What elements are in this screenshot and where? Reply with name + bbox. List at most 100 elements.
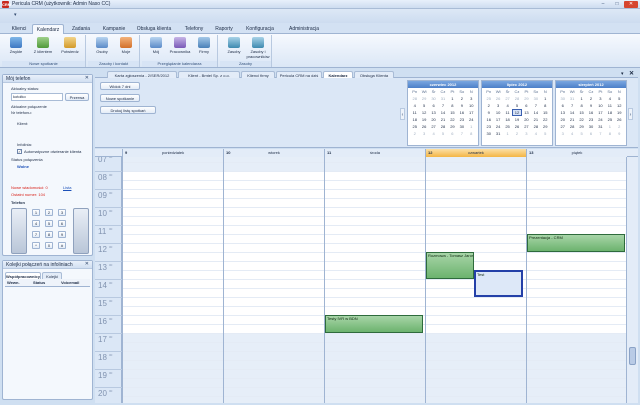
day-cell[interactable]: 18: [503, 116, 512, 123]
day-cell[interactable]: 17: [493, 116, 502, 123]
time-slot[interactable]: [123, 189, 223, 198]
day-header[interactable]: 10 wtorek: [223, 149, 324, 157]
time-slot[interactable]: [325, 243, 425, 252]
day-cell[interactable]: 14: [531, 109, 540, 116]
time-slot[interactable]: [224, 297, 324, 306]
day-cell[interactable]: 28: [410, 95, 419, 102]
time-slot[interactable]: [123, 360, 223, 369]
time-slot[interactable]: [426, 297, 526, 306]
qat-dropdown-icon[interactable]: ▾: [14, 12, 17, 18]
time-slot[interactable]: [426, 180, 526, 189]
keypad-key[interactable]: 9: [58, 231, 66, 238]
time-slot[interactable]: [325, 252, 425, 261]
day-cell[interactable]: 25: [484, 95, 493, 102]
day-cell[interactable]: 10: [467, 102, 476, 109]
time-slot[interactable]: [224, 207, 324, 216]
day-cell[interactable]: 21: [531, 116, 540, 123]
panel-close-icon[interactable]: ✕: [85, 75, 89, 81]
time-slot[interactable]: [426, 333, 526, 342]
day-cell[interactable]: 4: [531, 130, 540, 137]
status-field[interactable]: kotołko: [11, 93, 63, 101]
keypad-key[interactable]: 5: [45, 220, 53, 227]
day-cell[interactable]: 25: [410, 123, 419, 130]
time-slot[interactable]: [325, 369, 425, 378]
day-cell[interactable]: 2: [586, 95, 595, 102]
day-cell[interactable]: 4: [567, 130, 576, 137]
day-cell[interactable]: 10: [596, 102, 605, 109]
day-cell[interactable]: 22: [541, 116, 550, 123]
day-cell[interactable]: 7: [457, 130, 466, 137]
time-slot[interactable]: [527, 324, 626, 333]
day-column[interactable]: [526, 157, 626, 403]
time-slot[interactable]: [224, 270, 324, 279]
time-slot[interactable]: [527, 270, 626, 279]
day-cell[interactable]: 5: [541, 130, 550, 137]
time-slot[interactable]: [123, 180, 223, 189]
time-slot[interactable]: [527, 207, 626, 216]
time-slot[interactable]: [325, 387, 425, 396]
day-cell[interactable]: 3: [493, 102, 502, 109]
time-slot[interactable]: [325, 270, 425, 279]
day-cell[interactable]: 15: [577, 109, 586, 116]
day-cell[interactable]: 25: [605, 116, 614, 123]
menu-tab-telefony[interactable]: Telefony: [178, 24, 210, 34]
time-slot[interactable]: [527, 378, 626, 387]
time-slot[interactable]: [123, 315, 223, 324]
keypad-key[interactable]: *: [32, 242, 40, 249]
moj-button[interactable]: Mój: [144, 37, 168, 59]
day-cell[interactable]: 27: [558, 123, 567, 130]
time-slot[interactable]: [426, 162, 526, 171]
day-cell[interactable]: 8: [605, 130, 614, 137]
day-cell[interactable]: 16: [484, 116, 493, 123]
doc-tab-pericula-dzis[interactable]: Pericula CRM na dziś: [276, 71, 322, 78]
menu-tab-kampanie[interactable]: Kampanie: [98, 24, 130, 34]
day-cell[interactable]: 13: [429, 109, 438, 116]
day-cell[interactable]: 5: [438, 130, 447, 137]
menu-tab-zadania[interactable]: Zadania: [66, 24, 96, 34]
day-cell[interactable]: 2: [484, 102, 493, 109]
time-slot[interactable]: [224, 180, 324, 189]
day-cell[interactable]: 7: [596, 130, 605, 137]
time-slot[interactable]: [123, 270, 223, 279]
moje-button[interactable]: Moje: [114, 37, 138, 59]
time-slot[interactable]: [325, 189, 425, 198]
pracownika-button[interactable]: Pracownika: [168, 37, 192, 59]
next-month-button[interactable]: ›: [628, 108, 633, 120]
keypad-key[interactable]: 6: [58, 220, 66, 227]
day-cell[interactable]: 5: [512, 102, 521, 109]
day-header[interactable]: 13 piątek: [526, 149, 627, 157]
time-slot[interactable]: [527, 261, 626, 270]
calendar-scrollbar[interactable]: [626, 157, 638, 403]
time-slot[interactable]: [426, 306, 526, 315]
time-slot[interactable]: [527, 387, 626, 396]
time-slot[interactable]: [426, 360, 526, 369]
day-column[interactable]: [324, 157, 425, 403]
z-klientem-button[interactable]: Z klientem: [31, 37, 55, 59]
time-slot[interactable]: [123, 234, 223, 243]
time-slot[interactable]: [224, 315, 324, 324]
appointment[interactable]: Test: [474, 270, 523, 297]
day-cell[interactable]: 9: [615, 130, 624, 137]
day-cell[interactable]: 18: [410, 116, 419, 123]
time-slot[interactable]: [123, 243, 223, 252]
time-slot[interactable]: [224, 171, 324, 180]
day-cell[interactable]: 31: [493, 130, 502, 137]
day-cell[interactable]: 21: [567, 116, 576, 123]
day-cell[interactable]: 18: [605, 109, 614, 116]
time-slot[interactable]: [123, 378, 223, 387]
day-column[interactable]: [122, 157, 223, 403]
day-cell[interactable]: 29: [419, 95, 428, 102]
time-slot[interactable]: [325, 333, 425, 342]
time-slot[interactable]: [224, 351, 324, 360]
tab-kolejki[interactable]: Kolejki: [42, 272, 62, 279]
time-slot[interactable]: [527, 342, 626, 351]
close-button[interactable]: ✕: [624, 1, 638, 8]
day-cell[interactable]: 23: [457, 116, 466, 123]
time-slot[interactable]: [123, 216, 223, 225]
day-cell[interactable]: 4: [410, 102, 419, 109]
time-slot[interactable]: [426, 189, 526, 198]
time-slot[interactable]: [123, 324, 223, 333]
time-slot[interactable]: [123, 396, 223, 403]
zwykle-button[interactable]: Zwykłe: [4, 37, 28, 59]
day-cell[interactable]: 16: [586, 109, 595, 116]
